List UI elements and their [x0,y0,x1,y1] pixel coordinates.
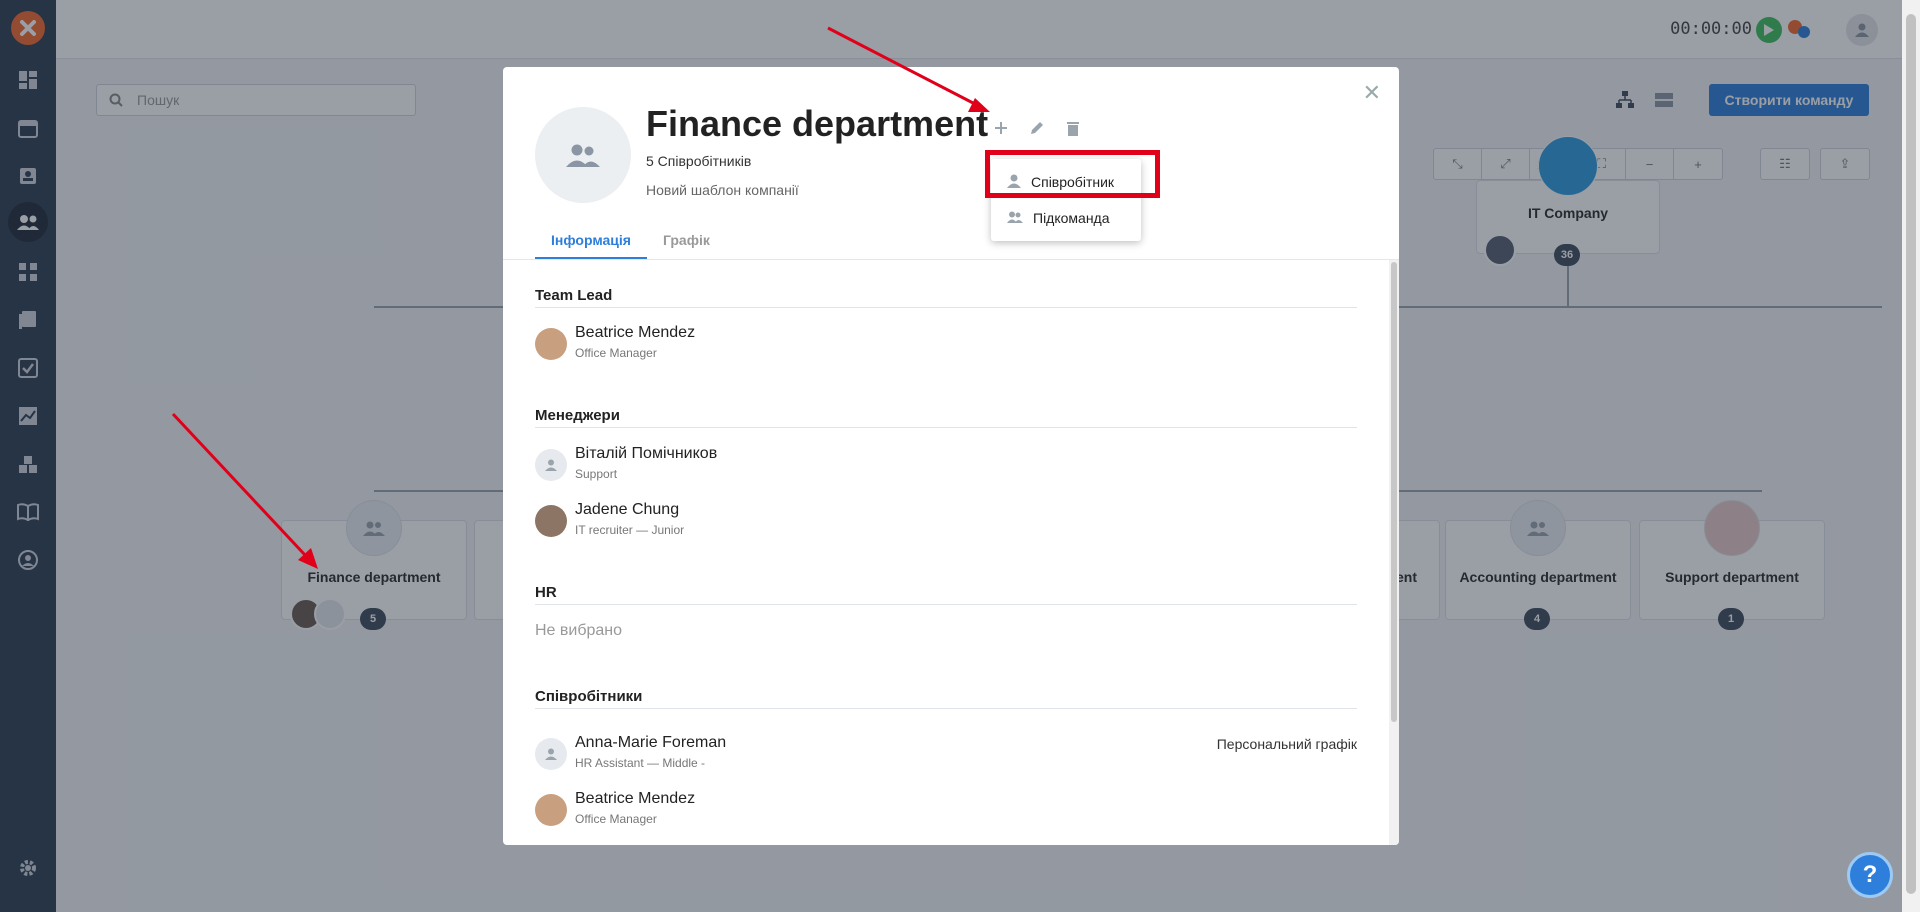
menu-item-subteam[interactable]: Підкоманда [991,201,1141,235]
menu-item-label: Підкоманда [1033,210,1110,226]
person-role: Office Manager [575,812,657,826]
person-role: IT recruiter — Junior [575,523,685,537]
person-row[interactable]: Віталій Помічников Support [535,445,1357,485]
company-template[interactable]: Новий шаблон компанії [646,182,799,198]
avatar [535,794,567,826]
team-modal: ✕ Finance department 5 Співробітників Но… [503,67,1399,845]
section-title-hr: HR [535,584,557,601]
person-name: Beatrice Mendez [575,790,696,807]
person-name: Beatrice Mendez [575,324,696,341]
add-icon[interactable] [990,117,1012,139]
modal-title: Finance department [646,103,989,144]
person-role: Office Manager [575,346,657,360]
delete-icon[interactable] [1062,117,1084,139]
person-name: Anna-Marie Foreman [575,734,727,751]
person-row[interactable]: Beatrice Mendez Office Manager [535,790,1357,830]
modal-tabs: Інформація Графік [535,227,726,259]
hr-empty-text: Не вибрано [535,622,623,639]
section-divider [535,708,1357,709]
person-name: Віталій Помічников [575,445,718,462]
tab-info[interactable]: Інформація [535,227,647,259]
person-role: Support [575,467,618,481]
person-name: Jadene Chung [575,501,680,518]
team-icon [1007,210,1023,226]
close-icon[interactable]: ✕ [1363,81,1381,106]
person-row[interactable]: Anna-Marie Foreman HR Assistant — Middle… [535,734,1357,774]
modal-body: Team Lead Beatrice Mendez Office Manager… [503,260,1399,845]
section-divider [535,427,1357,428]
section-divider [535,307,1357,308]
edit-icon[interactable] [1026,117,1048,139]
tab-schedule[interactable]: Графік [647,227,726,259]
avatar [535,738,567,770]
section-title-employees: Співробітники [535,688,643,705]
help-button[interactable]: ? [1847,852,1893,898]
person-row[interactable]: Jadene Chung IT recruiter — Junior [535,501,1357,541]
section-divider [535,604,1357,605]
team-avatar [535,107,631,203]
annotation-highlight [985,150,1160,198]
person-role: HR Assistant — Middle - [575,756,706,770]
page-scrollbar[interactable] [1902,0,1920,912]
section-title-managers: Менеджери [535,407,620,424]
personal-schedule-link[interactable]: Персональний графік [1217,736,1357,752]
avatar [535,328,567,360]
section-title-team-lead: Team Lead [535,287,613,304]
avatar [535,449,567,481]
employee-count: 5 Співробітників [646,153,752,169]
modal-scrollbar[interactable] [1389,260,1399,845]
avatar [535,505,567,537]
person-row[interactable]: Beatrice Mendez Office Manager [535,324,1357,364]
